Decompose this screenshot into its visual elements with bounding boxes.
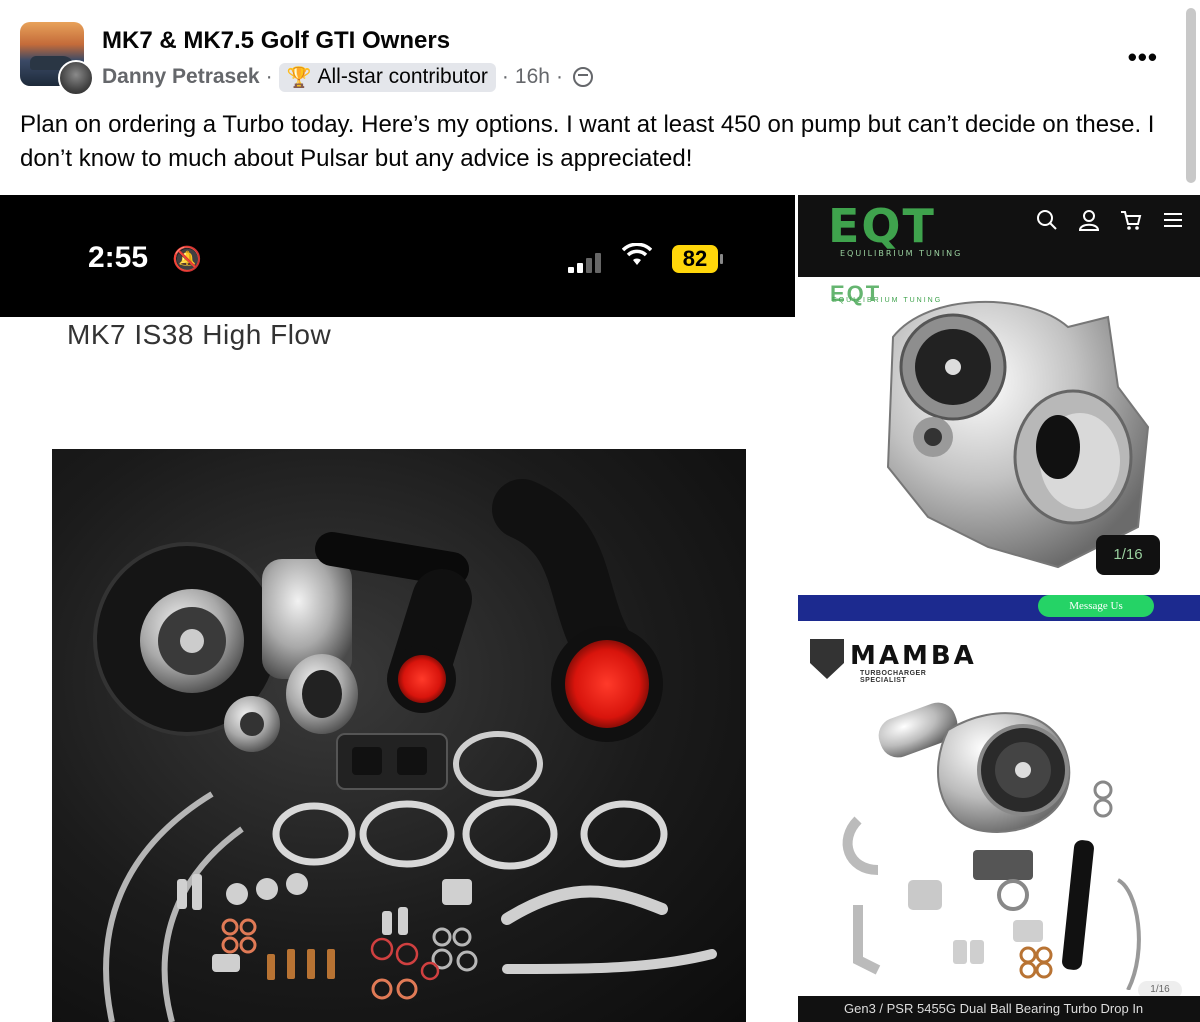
scrollbar[interactable] <box>1186 8 1196 183</box>
group-name-link[interactable]: MK7 & MK7.5 Golf GTI Owners <box>102 27 450 55</box>
photo-is38-screenshot[interactable]: 2:55 🔕 82 MK7 IS38 High Flow <box>0 195 795 1022</box>
post-header: MK7 & MK7.5 Golf GTI Owners Danny Petras… <box>20 22 1180 96</box>
contributor-badge[interactable]: 🏆 All-star contributor <box>278 62 496 92</box>
facebook-post: MK7 & MK7.5 Golf GTI Owners Danny Petras… <box>0 0 1200 1022</box>
menu-icon <box>1162 209 1184 237</box>
author-avatar[interactable] <box>58 60 94 96</box>
eqt-watermark-sub: EQUILIBRIUM TUNING <box>832 297 943 304</box>
meta-separator: · <box>265 65 273 88</box>
turbo-kit-photo <box>52 449 746 1022</box>
mamba-logo: MAMBA TURBOCHARGER SPECIALIST <box>810 639 974 684</box>
post-meta: Danny Petrasek · 🏆 All-star contributor … <box>102 60 593 94</box>
photo-mamba-turbo[interactable]: Message Us MAMBA TURBOCHARGER SPECIALIST <box>798 595 1200 1022</box>
mamba-product-caption: Gen3 / PSR 5455G Dual Ball Bearing Turbo… <box>798 996 1200 1022</box>
post-time-link[interactable]: 16h <box>515 65 550 89</box>
more-options-button[interactable]: ••• <box>1128 42 1158 73</box>
image-counter: 1/16 <box>1096 535 1160 575</box>
meta-separator: · <box>555 65 563 88</box>
meta-separator: · <box>501 65 509 88</box>
battery-indicator: 82 <box>672 245 723 273</box>
trophy-icon: 🏆 <box>286 66 312 89</box>
mamba-logo-text: MAMBA <box>850 641 977 671</box>
mamba-shield-icon <box>810 639 844 679</box>
wifi-icon <box>621 242 653 274</box>
eqt-logo: EQT <box>828 199 936 253</box>
eqt-nav-icons <box>1036 209 1184 237</box>
status-time: 2:55 <box>88 241 149 274</box>
mamba-site-header: Message Us <box>798 595 1200 621</box>
bell-slash-icon: 🔕 <box>172 246 202 273</box>
phone-status-bar: 2:55 🔕 82 <box>0 195 795 317</box>
signal-icon <box>568 251 608 273</box>
search-icon <box>1036 209 1058 237</box>
photo-eqt-turbo[interactable]: EQT EQUILIBRIUM TUNING EQT EQUILIBRIUM T… <box>798 195 1200 595</box>
user-icon <box>1078 209 1100 237</box>
badge-label: All-star contributor <box>317 65 488 88</box>
post-body-text: Plan on ordering a Turbo today. Here’s m… <box>20 111 1155 172</box>
cart-icon <box>1120 209 1142 237</box>
eqt-logo-sub: EQUILIBRIUM TUNING <box>840 249 963 258</box>
author-name-link[interactable]: Danny Petrasek <box>102 65 260 89</box>
message-us-button: Message Us <box>1038 595 1154 617</box>
globe-icon <box>572 67 593 87</box>
eqt-site-header: EQT EQUILIBRIUM TUNING <box>798 195 1200 277</box>
mamba-kit-illustration <box>842 702 1141 990</box>
mamba-logo-sub: TURBOCHARGER SPECIALIST <box>860 670 927 684</box>
product-title: MK7 IS38 High Flow <box>67 319 332 350</box>
